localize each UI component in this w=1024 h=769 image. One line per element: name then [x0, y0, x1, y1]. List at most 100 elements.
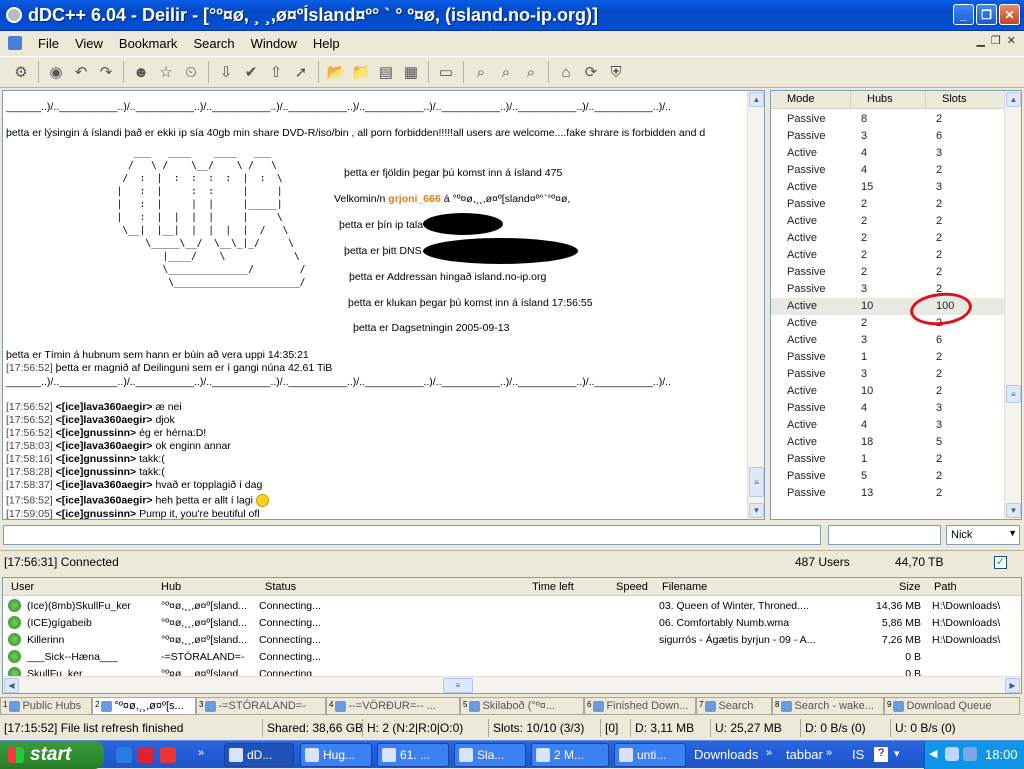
scroll-thumb[interactable]: ≡ [749, 467, 764, 497]
show-userlist-checkbox[interactable]: ✓ [994, 556, 1007, 569]
taskbar-button-paint[interactable]: unti... [614, 743, 686, 767]
scroll-right-icon[interactable]: ▶ [1005, 678, 1020, 693]
scroll-up-icon[interactable]: ▲ [749, 92, 764, 107]
mdi-close-button[interactable]: ✕ [1007, 34, 1016, 47]
col-status[interactable]: Status [265, 581, 296, 593]
user-row[interactable]: Passive 5 2 [771, 468, 1006, 485]
language-indicator[interactable]: IS [852, 747, 864, 762]
col-size[interactable]: Size [899, 581, 920, 593]
user-row[interactable]: Passive 2 2 [771, 264, 1006, 281]
notepad-icon[interactable]: ▤ [375, 61, 397, 83]
language-chevron-icon[interactable]: ▾ [894, 747, 900, 760]
col-hubs[interactable]: Hubs [851, 91, 926, 108]
scroll-down-icon[interactable]: ▼ [1006, 503, 1021, 518]
start-button[interactable]: start [0, 741, 104, 769]
user-row[interactable]: Active 4 3 [771, 417, 1006, 434]
app-icon[interactable] [6, 7, 22, 23]
reconnect-icon[interactable]: ↶ [70, 61, 92, 83]
col-mode[interactable]: Mode [771, 91, 851, 108]
user-row[interactable]: Passive 3 6 [771, 128, 1006, 145]
tab-1[interactable]: 1 Public Hubs [0, 697, 92, 715]
clock[interactable]: 18:00 [985, 747, 1018, 762]
scroll-down-icon[interactable]: ▼ [749, 503, 764, 518]
taskbar-button-ddc[interactable]: dD... [224, 743, 294, 767]
upload-queue-icon[interactable]: ⇧ [265, 61, 287, 83]
user-filter-input[interactable] [828, 525, 941, 545]
queue-icon[interactable]: ⇩ [215, 61, 237, 83]
transfer-row[interactable]: (Ice)(8mb)SkullFu_ker °º¤ø,¸¸,ø¤º[sland..… [3, 598, 1021, 615]
tray-app-icon[interactable] [945, 747, 959, 761]
transfer-hscrollbar[interactable]: ◀ ≡ ▶ [3, 676, 1021, 693]
user-row[interactable]: Passive 13 2 [771, 485, 1006, 502]
toolbar-overflow-icon[interactable]: » [766, 747, 772, 759]
mdi-minimize-button[interactable]: ▁ [976, 34, 984, 47]
search-icon[interactable]: ⌕ [470, 61, 492, 83]
waiting-users-icon[interactable]: ⏲ [180, 61, 202, 83]
help-icon[interactable]: ? [874, 747, 888, 762]
chat-scrollbar[interactable]: ▲ ≡ ▼ [747, 91, 764, 519]
col-slots[interactable]: Slots [926, 91, 1006, 108]
col-time-left[interactable]: Time left [532, 581, 574, 593]
network-icon[interactable] [963, 747, 977, 761]
taskbar-button-folder[interactable]: Sla... [454, 743, 526, 767]
open-filelist-icon[interactable]: 📂 [325, 61, 347, 83]
user-row[interactable]: Passive 3 2 [771, 366, 1006, 383]
user-list-scrollbar[interactable]: ▲ ≡ ▼ [1004, 91, 1021, 519]
chat-nick[interactable]: <[ice]lava360aegir> [56, 414, 153, 426]
menu-window[interactable]: Window [243, 36, 305, 51]
open-own-list-icon[interactable]: 📁 [350, 61, 372, 83]
transfer-row[interactable]: ___Sick--Hæna___ -=STÓRALAND=- Connecting.… [3, 649, 1021, 666]
close-button[interactable]: ✕ [999, 4, 1020, 25]
chat-nick[interactable]: <[ice]gnussinn> [56, 427, 137, 439]
col-speed[interactable]: Speed [616, 581, 648, 593]
user-row[interactable]: Active 15 3 [771, 179, 1006, 196]
menu-file[interactable]: File [30, 36, 67, 51]
tab-3[interactable]: 3 -=STÓRALAND=- [196, 697, 326, 715]
settings-icon[interactable]: ⚙ [10, 61, 32, 83]
home-icon[interactable]: ⌂ [555, 61, 577, 83]
taskbar-button-firefox[interactable]: Hug... [300, 743, 372, 767]
scroll-thumb[interactable]: ≡ [443, 678, 473, 693]
finished-uploads-icon[interactable]: ➚ [290, 61, 312, 83]
redirect-icon[interactable]: ↷ [95, 61, 117, 83]
menu-help[interactable]: Help [305, 36, 348, 51]
chat-nick[interactable]: <[ice]lava360aegir> [56, 479, 153, 491]
scroll-thumb[interactable]: ≡ [1006, 385, 1021, 403]
minimize-button[interactable]: _ [953, 4, 974, 25]
shield-icon[interactable]: ⛨ [605, 61, 627, 83]
app-quicklaunch-icon[interactable] [160, 747, 176, 763]
menu-view[interactable]: View [67, 36, 111, 51]
tab-4[interactable]: 4 --=VÖRÐUR=-- ... [326, 697, 460, 715]
downloads-toolbar[interactable]: Downloads [694, 747, 758, 762]
tab-6[interactable]: 6 Finished Down... [584, 697, 696, 715]
chevron-down-icon[interactable]: ▼ [1008, 528, 1017, 538]
tab-2[interactable]: 2 °º¤ø,¸¸,ø¤º[s... [92, 697, 196, 715]
mdi-restore-button[interactable]: ❐ [991, 34, 1001, 47]
users-icon[interactable]: ☻ [130, 61, 152, 83]
col-hub[interactable]: Hub [161, 581, 181, 593]
tab-8[interactable]: 8 Search - wake... [772, 697, 884, 715]
user-row[interactable]: Active 2 2 [771, 247, 1006, 264]
connect-icon[interactable]: ◉ [45, 61, 67, 83]
quicklaunch-overflow-icon[interactable]: » [198, 747, 204, 759]
scroll-left-icon[interactable]: ◀ [4, 678, 19, 693]
taskbar-button-messenger[interactable]: 2 M... [531, 743, 609, 767]
chat-area[interactable]: ______..)/..__________..)/..__________..… [2, 90, 765, 520]
chat-nick[interactable]: <[ice]gnussinn> [56, 453, 137, 465]
favorites-icon[interactable]: ☆ [155, 61, 177, 83]
tabbar-toolbar[interactable]: tabbar [786, 747, 823, 762]
chat-nick[interactable]: <[ice]lava360aegir> [56, 494, 153, 506]
scroll-up-icon[interactable]: ▲ [1006, 92, 1021, 107]
ie-icon[interactable] [116, 747, 132, 763]
transfer-row[interactable]: Killerinn °º¤ø,¸¸,ø¤º[sland... Connecting.… [3, 632, 1021, 649]
chat-nick[interactable]: <[ice]gnussinn> [56, 466, 137, 478]
user-row[interactable]: Active 3 6 [771, 332, 1006, 349]
user-row[interactable]: Passive 3 2 [771, 281, 1006, 298]
user-row[interactable]: Active 2 2 [771, 315, 1006, 332]
user-row[interactable]: Passive 4 2 [771, 162, 1006, 179]
recent-icon[interactable]: ⟳ [580, 61, 602, 83]
user-row[interactable]: Passive 2 2 [771, 196, 1006, 213]
chat-nick[interactable]: <[ice]gnussinn> [56, 508, 137, 519]
chat-icon[interactable]: ▭ [435, 61, 457, 83]
tray-expand-icon[interactable]: ◀ [929, 747, 937, 760]
